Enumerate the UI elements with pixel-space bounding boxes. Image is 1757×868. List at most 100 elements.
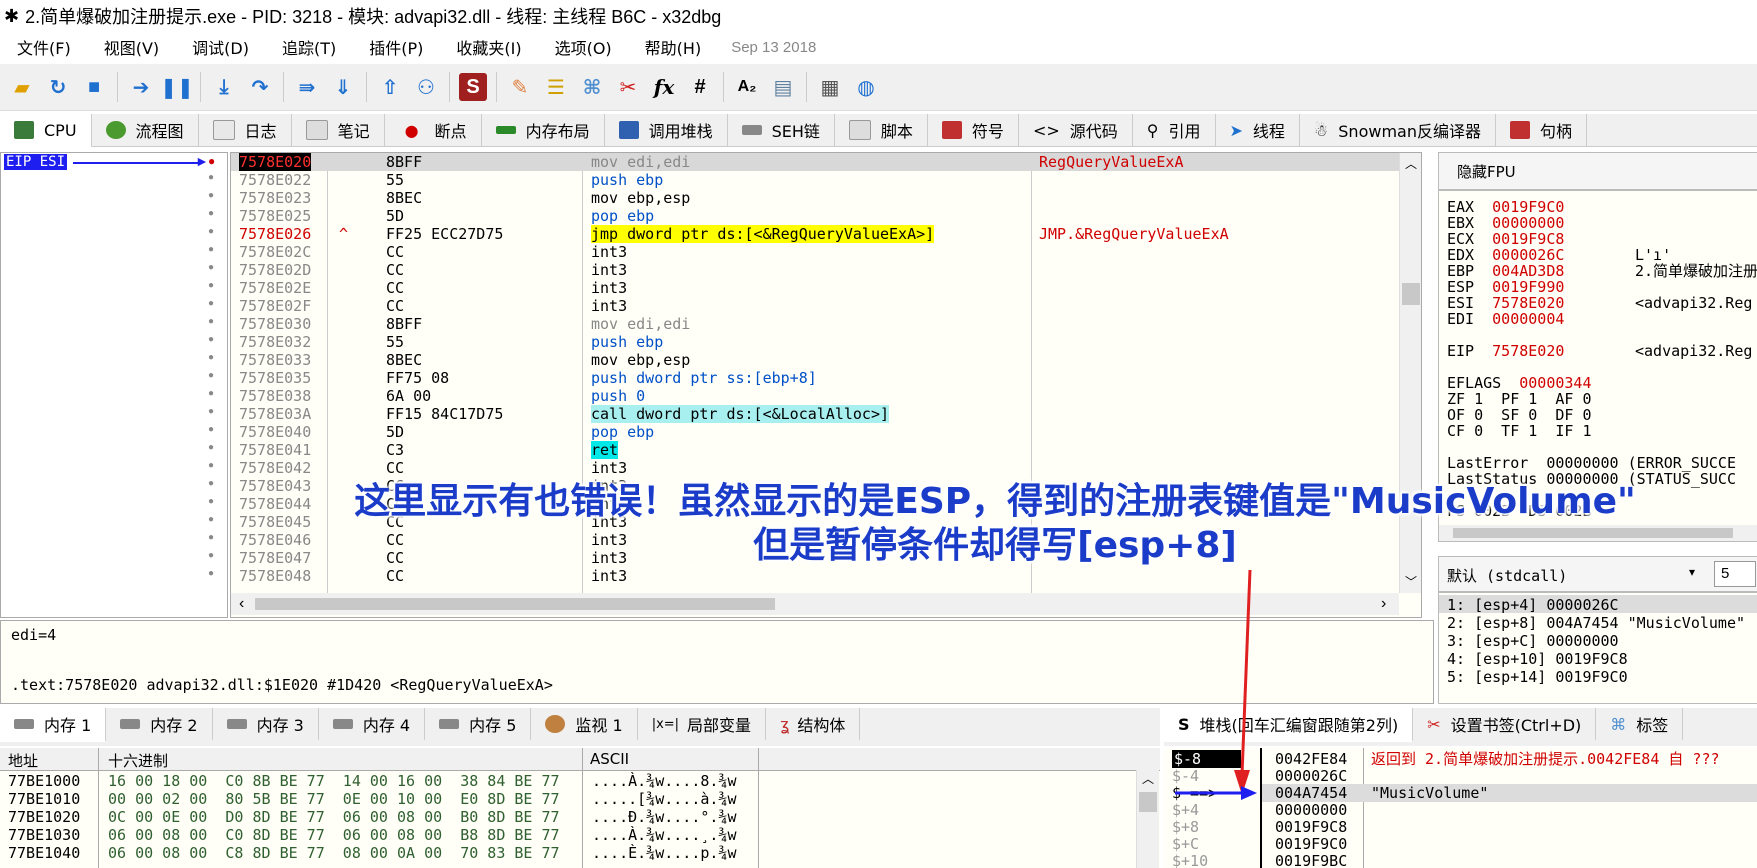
open-folder-icon[interactable]: ▰ xyxy=(8,73,36,101)
disasm-row[interactable]: 7578E022 55 push ebp xyxy=(231,171,1421,189)
disasm-row[interactable]: 7578E038 6A 00 push 0 xyxy=(231,387,1421,405)
gutter-dot[interactable]: ● xyxy=(208,316,214,327)
col-header-ascii[interactable]: ASCII xyxy=(590,750,629,768)
tab-symbols[interactable]: 符号 xyxy=(928,114,1019,146)
labels-icon[interactable]: ⌘ xyxy=(578,73,606,101)
step-into-icon[interactable]: ⤓ xyxy=(210,73,238,101)
execute-till-return-icon[interactable]: ⇧ xyxy=(376,73,404,101)
tab-snowman[interactable]: ☃ Snowman反编译器 xyxy=(1300,114,1496,146)
menu-view[interactable]: 视图(V) xyxy=(104,35,159,59)
run-icon[interactable]: ➔ xyxy=(127,73,155,101)
tab-breakpoints[interactable]: ● 断点 xyxy=(385,114,482,146)
disasm-row[interactable]: 7578E023 8BEC mov ebp,esp xyxy=(231,189,1421,207)
last-error[interactable]: LastError 00000000 (ERROR_SUCCE xyxy=(1447,455,1736,471)
arg-row[interactable]: 2: [esp+8] 004A7454 "MusicVolume" xyxy=(1447,615,1745,631)
tab-dump-3[interactable]: 内存 3 xyxy=(213,708,319,740)
menu-plugins[interactable]: 插件(P) xyxy=(369,35,423,59)
functions-icon[interactable]: fx xyxy=(650,73,678,101)
reg-ecx[interactable]: ECX 0019F9C8 xyxy=(1447,231,1564,247)
disasm-row[interactable]: 7578E025 5D pop ebp xyxy=(231,207,1421,225)
reg-eflags[interactable]: EFLAGS 00000344 xyxy=(1447,375,1592,391)
variables-icon[interactable]: # xyxy=(686,73,714,101)
tab-stack[interactable]: S 堆栈(回车汇编窗跟随第2列) xyxy=(1164,708,1414,742)
gutter-dot[interactable]: ● xyxy=(208,478,214,489)
stop-icon[interactable]: ■ xyxy=(80,73,108,101)
disasm-row[interactable]: 7578E041 C3 ret xyxy=(231,441,1421,459)
globe-icon[interactable]: ◍ xyxy=(852,73,880,101)
arg-row[interactable]: 5: [esp+14] 0019F9C0 xyxy=(1447,669,1628,685)
scroll-thumb[interactable] xyxy=(1139,792,1157,812)
reg-edi[interactable]: EDI 00000004 xyxy=(1447,311,1564,327)
tab-references[interactable]: ⚲ 引用 xyxy=(1133,114,1216,146)
arg-row[interactable]: 4: [esp+10] 0019F9C8 xyxy=(1447,651,1628,667)
tab-cpu[interactable]: CPU xyxy=(0,114,92,148)
gutter-dot[interactable]: ● xyxy=(208,532,214,543)
tab-dump-1[interactable]: 内存 1 xyxy=(0,708,107,742)
tab-dump-4[interactable]: 内存 4 xyxy=(319,708,426,740)
disasm-row[interactable]: 7578E03A FF15 84C17D75 call dword ptr ds:[… xyxy=(231,405,1421,423)
stack-row[interactable]: $+10 0019F9BC xyxy=(1164,852,1757,868)
disasm-row[interactable]: 7578E042 CC int3 xyxy=(231,459,1421,477)
disasm-row[interactable]: 7578E035 FF75 08 push dword ptr ss:[ebp+8] xyxy=(231,369,1421,387)
tab-call-stack[interactable]: 调用堆栈 xyxy=(605,114,728,146)
arg-row[interactable]: 1: [esp+4] 0000026C xyxy=(1447,597,1619,613)
scroll-up-icon[interactable]: ︿ xyxy=(1405,155,1417,172)
menu-debug[interactable]: 调试(D) xyxy=(192,35,249,59)
tab-threads[interactable]: ➤ 线程 xyxy=(1216,114,1300,146)
disasm-hscrollbar[interactable]: ‹ › xyxy=(231,593,1399,615)
tab-script[interactable]: 脚本 xyxy=(835,114,928,146)
step-over-icon[interactable]: ↷ xyxy=(246,73,274,101)
tab-notes[interactable]: 笔记 xyxy=(292,114,385,146)
reg-esp[interactable]: ESP 0019F990 xyxy=(1447,279,1564,295)
tab-set-bookmark[interactable]: ✂ 设置书签(Ctrl+D) xyxy=(1413,708,1597,740)
gutter-dot[interactable]: ● xyxy=(208,190,214,201)
restart-icon[interactable]: ↻ xyxy=(44,73,72,101)
gutter-dot[interactable]: ● xyxy=(208,496,214,507)
gutter-dot[interactable]: ● xyxy=(208,244,214,255)
gutter-dot[interactable]: ● xyxy=(208,370,214,381)
gutter-dot[interactable]: ● xyxy=(208,262,214,273)
tab-locals[interactable]: |x=| 局部变量 xyxy=(638,708,767,740)
reg-eip[interactable]: EIP 7578E020 xyxy=(1447,343,1564,359)
menu-options[interactable]: 选项(O) xyxy=(555,35,612,59)
calculator-icon[interactable]: ▦ xyxy=(816,73,844,101)
scylla-icon[interactable]: S xyxy=(459,73,487,101)
tab-graph[interactable]: 流程图 xyxy=(92,114,199,146)
menu-trace[interactable]: 追踪(T) xyxy=(282,35,336,59)
scroll-thumb[interactable] xyxy=(1402,283,1420,305)
bookmarks-icon[interactable]: ✂ xyxy=(614,73,642,101)
scroll-left-icon[interactable]: ‹ xyxy=(239,595,244,613)
trace-over-icon[interactable]: ⇓ xyxy=(329,73,357,101)
reg-edx[interactable]: EDX 0000026C xyxy=(1447,247,1564,263)
gutter-dot[interactable]: ● xyxy=(208,334,214,345)
disasm-row[interactable]: 7578E026 ^ FF25 ECC27D75 jmp dword ptr ds:[… xyxy=(231,225,1421,243)
memory-dump[interactable]: 地址 十六进制 ASCII 77BE1000 16 00 18 00 C0 8B … xyxy=(0,748,1160,868)
tab-seh-chain[interactable]: SEH链 xyxy=(728,114,835,146)
reg-ebx[interactable]: EBX 00000000 xyxy=(1447,215,1564,231)
gutter-dot[interactable]: ● xyxy=(208,280,214,291)
flags-row[interactable]: ZF 1 PF 1 AF 0 xyxy=(1447,391,1592,407)
disasm-row[interactable]: 7578E02C CC int3 xyxy=(231,243,1421,261)
stack-row[interactable]: $+4 00000000 xyxy=(1164,801,1757,819)
gutter-dot[interactable]: ● xyxy=(208,208,214,219)
calling-convention-select[interactable]: 默认 (stdcall) xyxy=(1447,565,1567,586)
scroll-right-icon[interactable]: › xyxy=(1381,595,1386,613)
scroll-up-icon[interactable]: ︿ xyxy=(1142,770,1154,787)
gutter-dot[interactable]: ● xyxy=(208,550,214,561)
menu-help[interactable]: 帮助(H) xyxy=(645,35,702,59)
gutter-dot[interactable]: ● xyxy=(208,424,214,435)
gutter-dot[interactable]: ● xyxy=(208,442,214,453)
flags-row[interactable]: CF 0 TF 1 IF 1 xyxy=(1447,423,1592,439)
gutter-dot[interactable]: ● xyxy=(208,568,214,579)
save-icon[interactable]: ▤ xyxy=(769,73,797,101)
disasm-row[interactable]: 7578E030 8BFF mov edi,edi xyxy=(231,315,1421,333)
gutter-dot[interactable]: ● xyxy=(208,514,214,525)
arg-count-spinner[interactable]: 5 xyxy=(1714,561,1756,587)
disasm-row[interactable]: 7578E02F CC int3 xyxy=(231,297,1421,315)
menu-favourites[interactable]: 收藏夹(I) xyxy=(456,35,521,59)
disasm-row[interactable]: 7578E040 5D pop ebp xyxy=(231,423,1421,441)
tab-handles[interactable]: 句柄 xyxy=(1496,114,1587,146)
breakpoint-dot-icon[interactable]: ● xyxy=(208,154,215,168)
gutter-dot[interactable]: ● xyxy=(208,298,214,309)
disasm-row[interactable]: 7578E02E CC int3 xyxy=(231,279,1421,297)
